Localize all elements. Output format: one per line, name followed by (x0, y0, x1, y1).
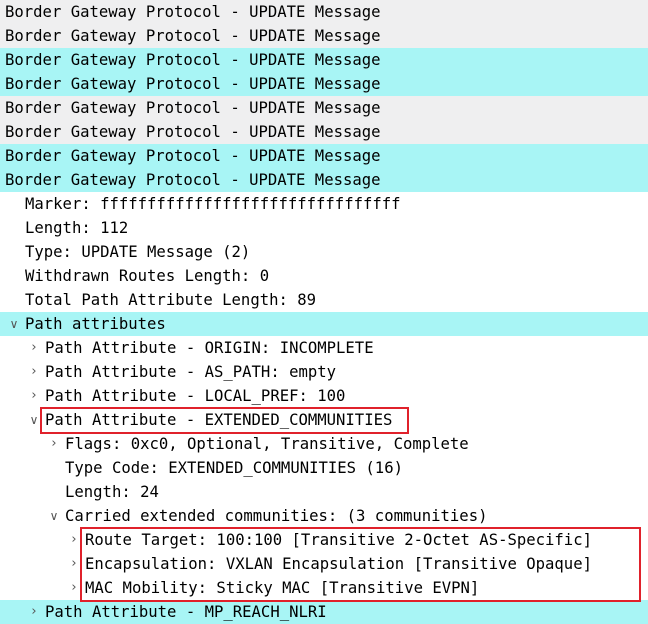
tree-row[interactable]: Border Gateway Protocol - UPDATE Message (0, 24, 648, 48)
tree-row-label: MAC Mobility: Sticky MAC [Transitive EVP… (85, 579, 480, 597)
tree-row[interactable]: Border Gateway Protocol - UPDATE Message (0, 120, 648, 144)
tree-row-label: Border Gateway Protocol - UPDATE Message (5, 75, 381, 93)
chevron-right-icon[interactable]: › (67, 576, 81, 600)
chevron-right-icon[interactable]: › (67, 528, 81, 552)
tree-row-label: Path Attribute - LOCAL_PREF: 100 (45, 387, 346, 405)
tree-row[interactable]: Border Gateway Protocol - UPDATE Message (0, 168, 648, 192)
tree-row-label: Path Attribute - EXTENDED_COMMUNITIES (45, 411, 393, 429)
tree-row[interactable]: Marker: ffffffffffffffffffffffffffffffff (0, 192, 648, 216)
tree-row[interactable]: Border Gateway Protocol - UPDATE Message (0, 144, 648, 168)
tree-row[interactable]: › Path Attribute - MP_REACH_NLRI (0, 600, 648, 624)
tree-row[interactable]: › Route Target: 100:100 [Transitive 2-Oct… (0, 528, 648, 552)
tree-row-label: Path Attribute - ORIGIN: INCOMPLETE (45, 339, 374, 357)
tree-row-label: Carried extended communities: (3 communi… (65, 507, 488, 525)
tree-row-label: Marker: ffffffffffffffffffffffffffffffff (25, 195, 401, 213)
tree-row[interactable]: Length: 112 (0, 216, 648, 240)
tree-row-label: Type: UPDATE Message (2) (25, 243, 251, 261)
tree-row[interactable]: Border Gateway Protocol - UPDATE Message (0, 0, 648, 24)
tree-row-label: Path attributes (25, 315, 166, 333)
packet-details-tree: Border Gateway Protocol - UPDATE Message… (0, 0, 648, 624)
chevron-down-icon[interactable]: ∨ (27, 408, 41, 432)
tree-row-label: Border Gateway Protocol - UPDATE Message (5, 99, 381, 117)
tree-row-label: Length: 112 (25, 219, 129, 237)
tree-row-label: Border Gateway Protocol - UPDATE Message (5, 3, 381, 21)
tree-row[interactable]: Border Gateway Protocol - UPDATE Message (0, 48, 648, 72)
tree-row[interactable]: › MAC Mobility: Sticky MAC [Transitive EV… (0, 576, 648, 600)
tree-row[interactable]: Type: UPDATE Message (2) (0, 240, 648, 264)
tree-row[interactable]: ∨ Path Attribute - EXTENDED_COMMUNITIES (0, 408, 648, 432)
tree-row[interactable]: ∨ Path attributes (0, 312, 648, 336)
tree-row[interactable]: Border Gateway Protocol - UPDATE Message (0, 96, 648, 120)
tree-row-label: Path Attribute - MP_REACH_NLRI (45, 603, 327, 621)
tree-row[interactable]: › Path Attribute - LOCAL_PREF: 100 (0, 384, 648, 408)
tree-row-label: Withdrawn Routes Length: 0 (25, 267, 270, 285)
tree-row-label: Total Path Attribute Length: 89 (25, 291, 317, 309)
tree-row-label: Length: 24 (65, 483, 159, 501)
chevron-right-icon[interactable]: › (47, 432, 61, 456)
chevron-right-icon[interactable]: › (67, 552, 81, 576)
tree-row[interactable]: ∨ Carried extended communities: (3 commun… (0, 504, 648, 528)
tree-row-label: Border Gateway Protocol - UPDATE Message (5, 147, 381, 165)
chevron-right-icon[interactable]: › (27, 600, 41, 624)
tree-row-label: Border Gateway Protocol - UPDATE Message (5, 51, 381, 69)
chevron-down-icon[interactable]: ∨ (47, 504, 61, 528)
tree-row[interactable]: › Path Attribute - AS_PATH: empty (0, 360, 648, 384)
tree-row[interactable]: Total Path Attribute Length: 89 (0, 288, 648, 312)
tree-row-label: Border Gateway Protocol - UPDATE Message (5, 27, 381, 45)
tree-row[interactable]: › Encapsulation: VXLAN Encapsulation [Tra… (0, 552, 648, 576)
tree-row[interactable]: Type Code: EXTENDED_COMMUNITIES (16) (0, 456, 648, 480)
tree-row-label: Flags: 0xc0, Optional, Transitive, Compl… (65, 435, 469, 453)
tree-row[interactable]: Length: 24 (0, 480, 648, 504)
tree-row[interactable]: › Path Attribute - ORIGIN: INCOMPLETE (0, 336, 648, 360)
chevron-right-icon[interactable]: › (27, 360, 41, 384)
tree-row[interactable]: Withdrawn Routes Length: 0 (0, 264, 648, 288)
chevron-right-icon[interactable]: › (27, 336, 41, 360)
chevron-down-icon[interactable]: ∨ (7, 312, 21, 336)
tree-row-label: Type Code: EXTENDED_COMMUNITIES (16) (65, 459, 403, 477)
tree-row-label: Border Gateway Protocol - UPDATE Message (5, 123, 381, 141)
chevron-right-icon[interactable]: › (27, 384, 41, 408)
tree-row-label: Encapsulation: VXLAN Encapsulation [Tran… (85, 555, 592, 573)
tree-row-label: Border Gateway Protocol - UPDATE Message (5, 171, 381, 189)
tree-row[interactable]: Border Gateway Protocol - UPDATE Message (0, 72, 648, 96)
tree-row-label: Route Target: 100:100 [Transitive 2-Octe… (85, 531, 592, 549)
tree-row[interactable]: › Flags: 0xc0, Optional, Transitive, Comp… (0, 432, 648, 456)
tree-row-label: Path Attribute - AS_PATH: empty (45, 363, 337, 381)
